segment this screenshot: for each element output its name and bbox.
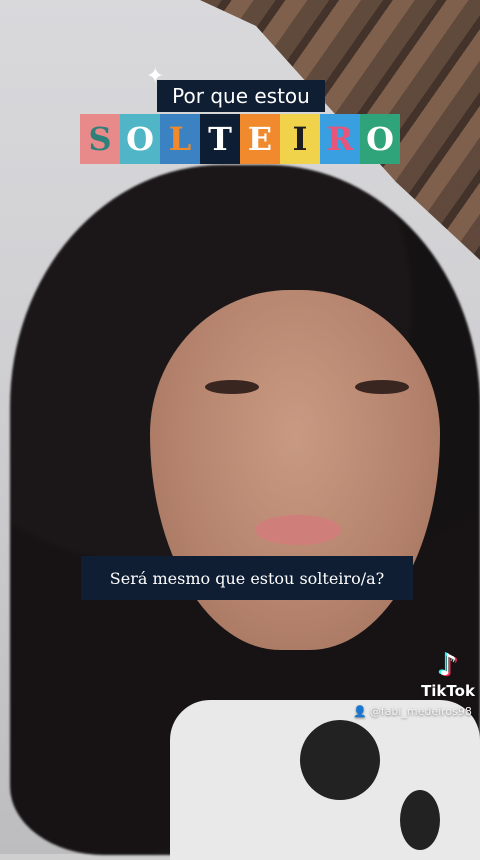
tiktok-note-icon: ♪ xyxy=(438,648,458,683)
title-letter-tile: O xyxy=(120,114,160,164)
left-eye xyxy=(205,380,259,394)
title-letter-tile: T xyxy=(200,114,240,164)
title-letter-tiles: SOLTEIRO xyxy=(80,114,400,164)
caption-text: Será mesmo que estou solteiro/a? xyxy=(81,556,413,600)
title-letter-tile: I xyxy=(280,114,320,164)
title-letter-tile: O xyxy=(360,114,400,164)
username-watermark: 👤 @fabi_medeiros98 xyxy=(353,705,472,718)
title-letter-tile: R xyxy=(320,114,360,164)
person-icon: 👤 xyxy=(353,705,367,718)
username: @fabi_medeiros98 xyxy=(369,705,472,718)
title-letter-tile: S xyxy=(80,114,120,164)
tiktok-brand: TikTok xyxy=(421,682,475,700)
title-text: Por que estou xyxy=(157,80,325,112)
lips xyxy=(255,515,341,545)
shirt xyxy=(170,700,480,860)
right-eye xyxy=(355,380,409,394)
tiktok-logo: ♪ TikTok xyxy=(420,648,476,700)
title-letter-tile: E xyxy=(240,114,280,164)
title-letter-tile: L xyxy=(160,114,200,164)
